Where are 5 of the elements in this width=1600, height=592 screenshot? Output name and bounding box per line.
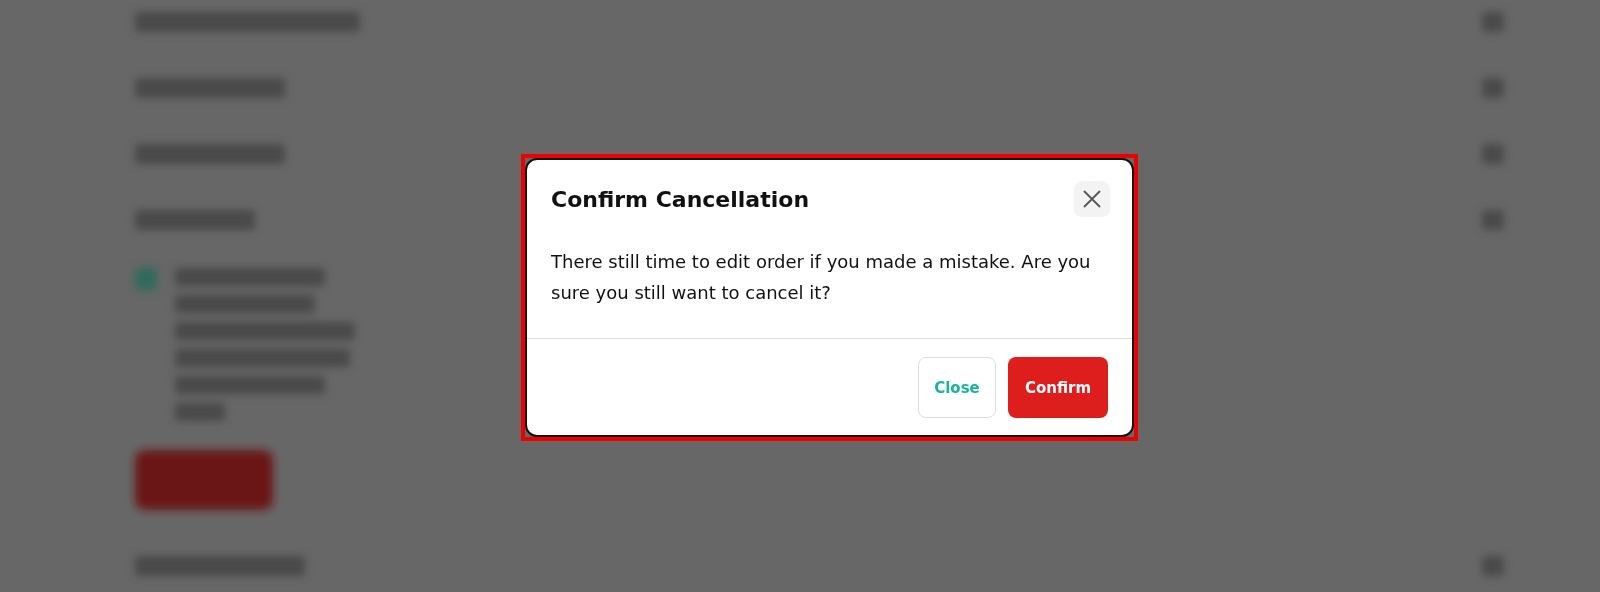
dialog-message: There still time to edit order if you made a mistake. Are you sure you still want to cancel it? [527, 224, 1132, 339]
close-icon[interactable] [1074, 181, 1110, 217]
confirm-button[interactable]: Confirm [1008, 357, 1108, 418]
close-button[interactable]: Close [918, 357, 996, 418]
dialog-title: Confirm Cancellation [551, 186, 810, 212]
